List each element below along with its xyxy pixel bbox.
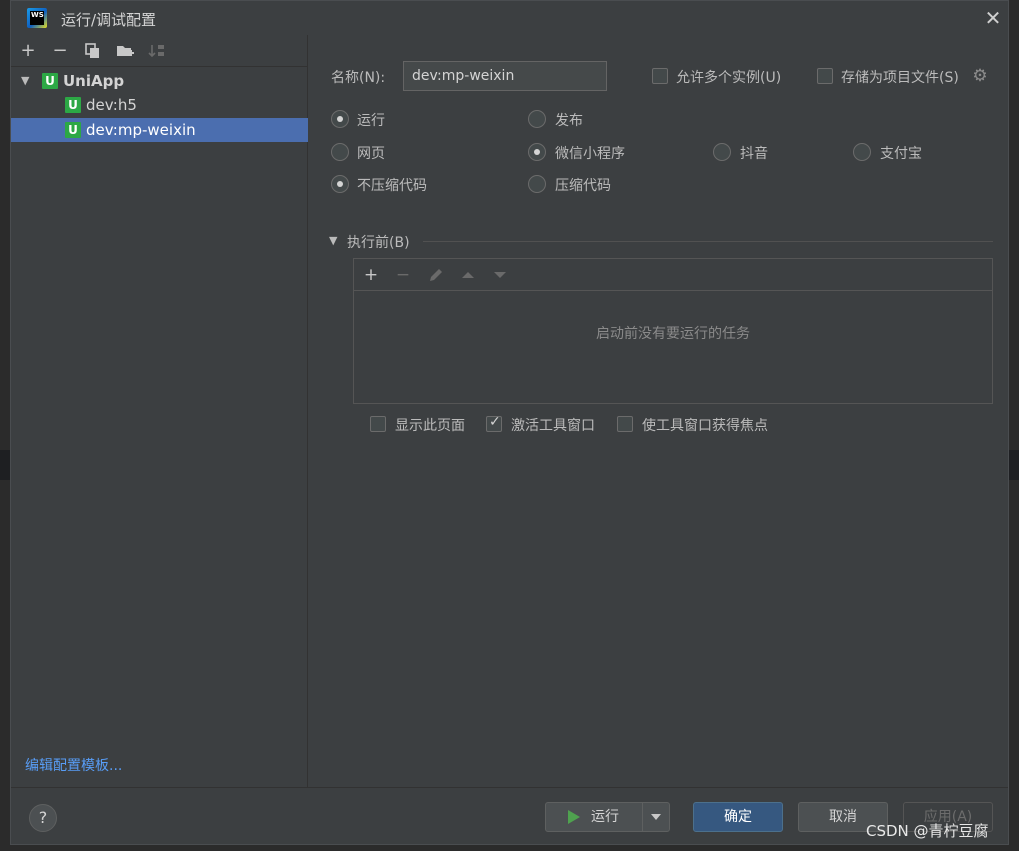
- radio-douyin[interactable]: [713, 143, 731, 161]
- webstorm-app-icon: WS: [27, 8, 47, 28]
- arrow-down-icon: [494, 272, 506, 278]
- radio-douyin-label: 抖音: [740, 146, 768, 162]
- play-icon: [568, 810, 580, 824]
- sort-icon: [148, 45, 164, 58]
- copy-icon: [85, 43, 99, 58]
- tasks-toolbar: + −: [354, 259, 992, 291]
- radio-web[interactable]: [331, 143, 349, 161]
- name-label: 名称(N):: [331, 70, 386, 86]
- radio-web-label: 网页: [357, 146, 385, 162]
- tree-item-label: dev:h5: [86, 96, 137, 114]
- config-tree-panel: + − ▼ U UniApp U dev:h5 U dev:mp-weixin …: [11, 35, 308, 787]
- run-button-label: 运行: [591, 809, 619, 825]
- watermark: CSDN @青柠豆腐: [866, 822, 989, 840]
- radio-run[interactable]: [331, 110, 349, 128]
- tree-item-label: UniApp: [63, 72, 125, 90]
- background-strip: [0, 450, 10, 480]
- activate-tool-window-label: 激活工具窗口: [511, 418, 595, 434]
- dialog-title: 运行/调试配置: [61, 11, 157, 29]
- dialog-footer: ? 运行 确定 取消 应用(A): [11, 787, 1008, 844]
- radio-publish[interactable]: [528, 110, 546, 128]
- add-task-button[interactable]: +: [359, 263, 383, 287]
- chevron-down-icon[interactable]: ▼: [329, 234, 337, 247]
- allow-parallel-label: 允许多个实例(U): [676, 70, 782, 86]
- close-button[interactable]: ✕: [981, 6, 1005, 30]
- radio-run-label: 运行: [357, 113, 385, 129]
- radio-no-compress-label: 不压缩代码: [357, 178, 427, 194]
- chevron-down-icon: ▼: [21, 74, 30, 87]
- tree-item-dev-mp-weixin[interactable]: U dev:mp-weixin: [11, 118, 308, 142]
- radio-wechat[interactable]: [528, 143, 546, 161]
- copy-config-button[interactable]: [80, 39, 104, 63]
- sort-button[interactable]: [145, 39, 169, 63]
- tree-item-dev-h5[interactable]: U dev:h5: [11, 93, 308, 117]
- show-page-checkbox[interactable]: [370, 416, 386, 432]
- plus-icon: +: [20, 40, 36, 61]
- uniapp-icon: U: [65, 97, 81, 113]
- help-icon: ?: [38, 808, 48, 827]
- minus-icon: −: [395, 265, 411, 285]
- allow-parallel-checkbox[interactable]: [652, 68, 668, 84]
- focus-tool-window-checkbox[interactable]: [617, 416, 633, 432]
- title-bar: WS 运行/调试配置 ✕: [11, 1, 1008, 35]
- gear-icon[interactable]: ⚙: [971, 67, 989, 85]
- pencil-icon: [430, 269, 442, 281]
- arrow-up-icon: [462, 272, 474, 278]
- remove-task-button[interactable]: −: [391, 263, 415, 287]
- uniapp-icon: U: [42, 73, 58, 89]
- run-debug-config-dialog: WS 运行/调试配置 ✕ + − ▼ U UniApp U dev:h5 U d…: [10, 0, 1009, 845]
- store-as-file-checkbox[interactable]: [817, 68, 833, 84]
- tree-item-label: dev:mp-weixin: [86, 121, 196, 139]
- folder-add-icon: [117, 46, 134, 56]
- remove-config-button[interactable]: −: [48, 39, 72, 63]
- focus-tool-window-label: 使工具窗口获得焦点: [642, 418, 768, 434]
- run-dropdown-button[interactable]: [642, 802, 670, 832]
- empty-tasks-message: 启动前没有要运行的任务: [596, 326, 750, 342]
- add-config-button[interactable]: +: [16, 39, 40, 63]
- radio-alipay[interactable]: [853, 143, 871, 161]
- config-settings-panel: 名称(N): dev:mp-weixin 允许多个实例(U) 存储为项目文件(S…: [309, 35, 1008, 787]
- radio-compress[interactable]: [528, 175, 546, 193]
- section-divider: [423, 241, 993, 242]
- help-button[interactable]: ?: [29, 804, 57, 832]
- activate-tool-window-checkbox[interactable]: [486, 414, 502, 432]
- close-icon: ✕: [984, 6, 1002, 30]
- move-up-button[interactable]: [456, 263, 480, 287]
- before-launch-tasks: + − 启动前没有要运行的任务: [353, 258, 993, 404]
- edit-templates-link[interactable]: 编辑配置模板...: [25, 755, 122, 775]
- tree-item-uniapp[interactable]: ▼ U UniApp: [11, 69, 308, 93]
- run-button[interactable]: 运行: [545, 802, 670, 832]
- store-as-file-label: 存储为项目文件(S): [841, 70, 959, 86]
- move-down-button[interactable]: [488, 263, 512, 287]
- radio-wechat-label: 微信小程序: [555, 146, 625, 162]
- radio-publish-label: 发布: [555, 113, 583, 129]
- show-page-label: 显示此页面: [395, 418, 465, 434]
- minus-icon: −: [52, 40, 68, 61]
- background-strip: [1009, 450, 1019, 480]
- plus-icon: +: [363, 265, 379, 285]
- tree-toolbar: + −: [11, 35, 308, 67]
- ok-button[interactable]: 确定: [693, 802, 783, 832]
- before-launch-title[interactable]: 执行前(B): [347, 232, 410, 252]
- move-to-folder-button[interactable]: [113, 39, 137, 63]
- radio-compress-label: 压缩代码: [555, 178, 611, 194]
- radio-alipay-label: 支付宝: [880, 146, 922, 162]
- edit-task-button[interactable]: [424, 263, 448, 287]
- name-input[interactable]: dev:mp-weixin: [403, 61, 607, 91]
- uniapp-icon: U: [65, 122, 81, 138]
- radio-no-compress[interactable]: [331, 175, 349, 193]
